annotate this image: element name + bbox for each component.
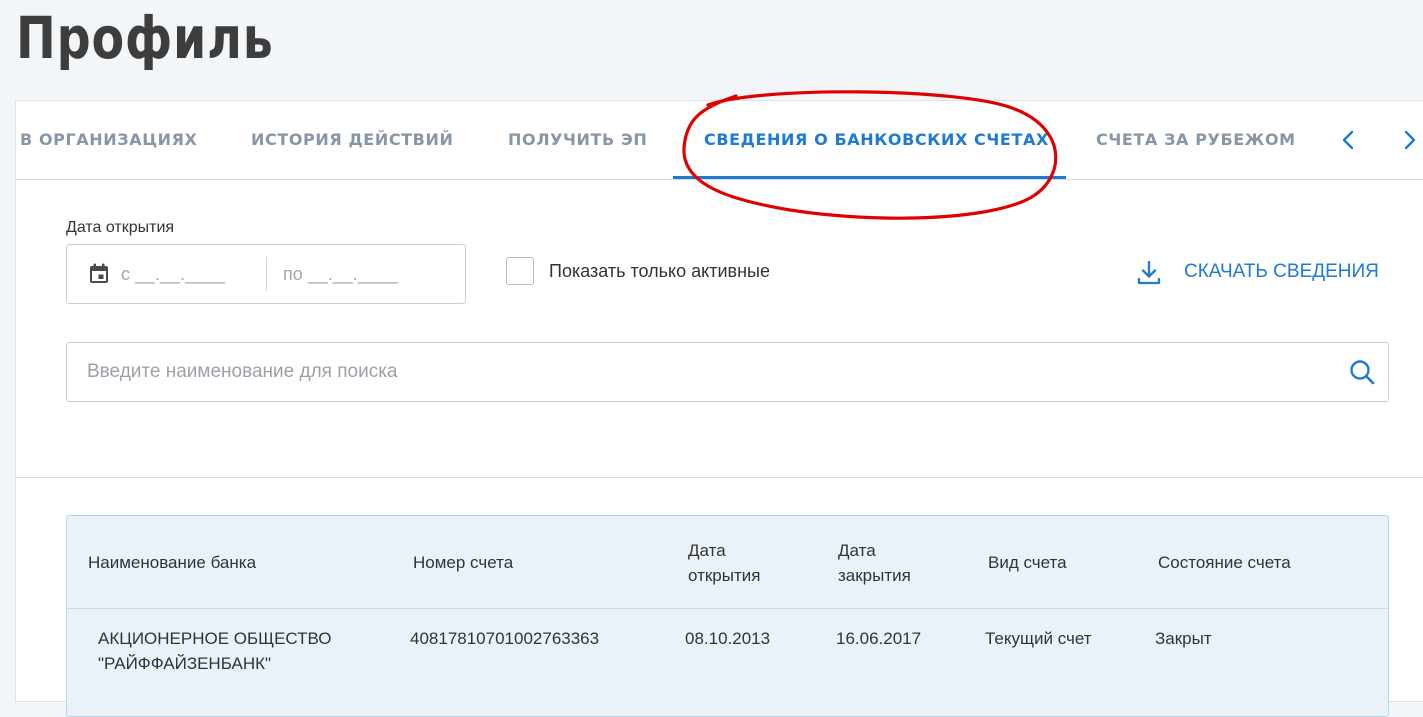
search-field [66,342,1389,402]
header-opened: Дата открытия [688,541,761,585]
date-to-input[interactable]: по __.__.____ [283,264,398,285]
cell-account: 40817810701002763363 [410,629,600,648]
search-icon[interactable] [1348,358,1376,386]
tab-action-history[interactable]: ИСТОРИЯ ДЕЙСТВИЙ [251,101,453,179]
active-tab-indicator [673,176,1066,179]
active-only-label[interactable]: Показать только активные [549,261,770,282]
date-filter-label: Дата открытия [66,219,175,236]
tab-foreign-accounts[interactable]: СЧЕТА ЗА РУБЕЖОМ [1096,101,1296,179]
date-from-input[interactable]: с __.__.____ [121,264,225,285]
chevron-right-icon[interactable] [1397,128,1421,152]
cell-status: Закрыт [1155,629,1212,648]
profile-card: В ОРГАНИЗАЦИЯХ ИСТОРИЯ ДЕЙСТВИЙ ПОЛУЧИТЬ… [15,100,1423,717]
header-account: Номер счета [413,553,514,572]
section-divider [16,477,1423,478]
cell-type: Текущий счет [985,629,1092,648]
cell-opened: 08.10.2013 [685,629,771,648]
table-header: Наименование банка Номер счета Дата откр… [67,516,1388,609]
header-bank: Наименование банка [88,553,257,572]
calendar-icon[interactable] [87,262,111,286]
active-only-checkbox[interactable] [506,257,534,285]
bank-accounts-table: Наименование банка Номер счета Дата откр… [66,515,1389,717]
search-input[interactable] [67,343,1327,401]
date-range-field: с __.__.____ по __.__.____ [66,244,466,304]
header-status: Состояние счета [1158,553,1291,572]
tab-bank-accounts[interactable]: СВЕДЕНИЯ О БАНКОВСКИХ СЧЕТАХ [704,101,1049,179]
tab-bar: В ОРГАНИЗАЦИЯХ ИСТОРИЯ ДЕЙСТВИЙ ПОЛУЧИТЬ… [16,101,1423,180]
cell-closed: 16.06.2017 [836,629,922,648]
tab-organizations[interactable]: В ОРГАНИЗАЦИЯХ [20,101,198,179]
download-label: СКАЧАТЬ СВЕДЕНИЯ [1184,261,1379,282]
tab-get-signature[interactable]: ПОЛУЧИТЬ ЭП [508,101,647,179]
header-closed: Дата закрытия [838,541,911,585]
download-icon [1137,260,1161,285]
cell-bank: АКЦИОНЕРНОЕ ОБЩЕСТВО "РАЙФФАЙЗЕНБАНК" [98,629,332,673]
chevron-left-icon[interactable] [1337,128,1361,152]
date-separator [266,257,267,291]
header-type: Вид счета [988,553,1067,572]
page-title: Профиль [16,4,274,72]
